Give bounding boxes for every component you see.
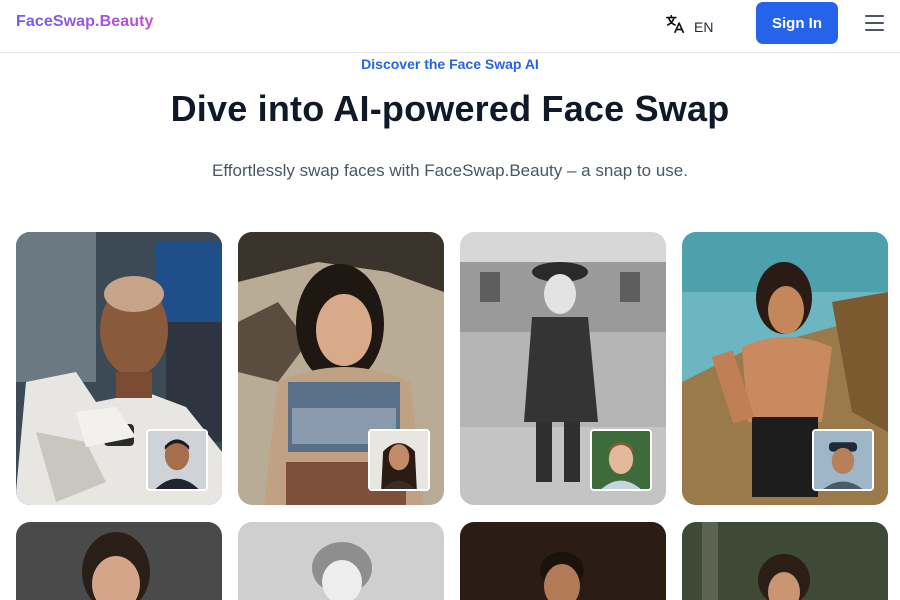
site-logo[interactable]: FaceSwap.Beauty <box>16 13 154 31</box>
language-selector[interactable]: EN <box>664 13 713 40</box>
source-face-thumbnail <box>590 429 652 491</box>
hero-subtitle: Effortlessly swap faces with FaceSwap.Be… <box>212 161 688 180</box>
source-face-thumbnail <box>368 429 430 491</box>
sign-in-button[interactable]: Sign In <box>756 2 838 44</box>
translate-icon <box>664 13 686 40</box>
example-card-dark-portrait-man[interactable] <box>460 522 666 600</box>
source-face-thumbnail <box>812 429 874 491</box>
example-card-vintage-girl[interactable] <box>238 522 444 600</box>
hero-eyebrow: Discover the Face Swap AI <box>361 56 539 72</box>
example-card-beach-man[interactable] <box>682 232 888 505</box>
forest-woman-image <box>682 522 888 600</box>
studio-woman-image <box>16 522 222 600</box>
source-face-thumbnail <box>146 429 208 491</box>
example-card-studio-woman[interactable] <box>16 522 222 600</box>
example-card-forest-woman[interactable] <box>682 522 888 600</box>
example-card-astronaut[interactable] <box>16 232 222 505</box>
top-navigation-bar: FaceSwap.Beauty EN Sign In <box>0 0 900 53</box>
language-label: EN <box>694 18 714 35</box>
example-card-boy-soldier[interactable] <box>460 232 666 505</box>
page-title: Dive into AI-powered Face Swap <box>170 88 730 129</box>
example-card-vintage-woman[interactable] <box>238 232 444 505</box>
dark-portrait-man-image <box>460 522 666 600</box>
vintage-girl-image <box>238 522 444 600</box>
hamburger-menu-icon[interactable] <box>864 12 886 34</box>
